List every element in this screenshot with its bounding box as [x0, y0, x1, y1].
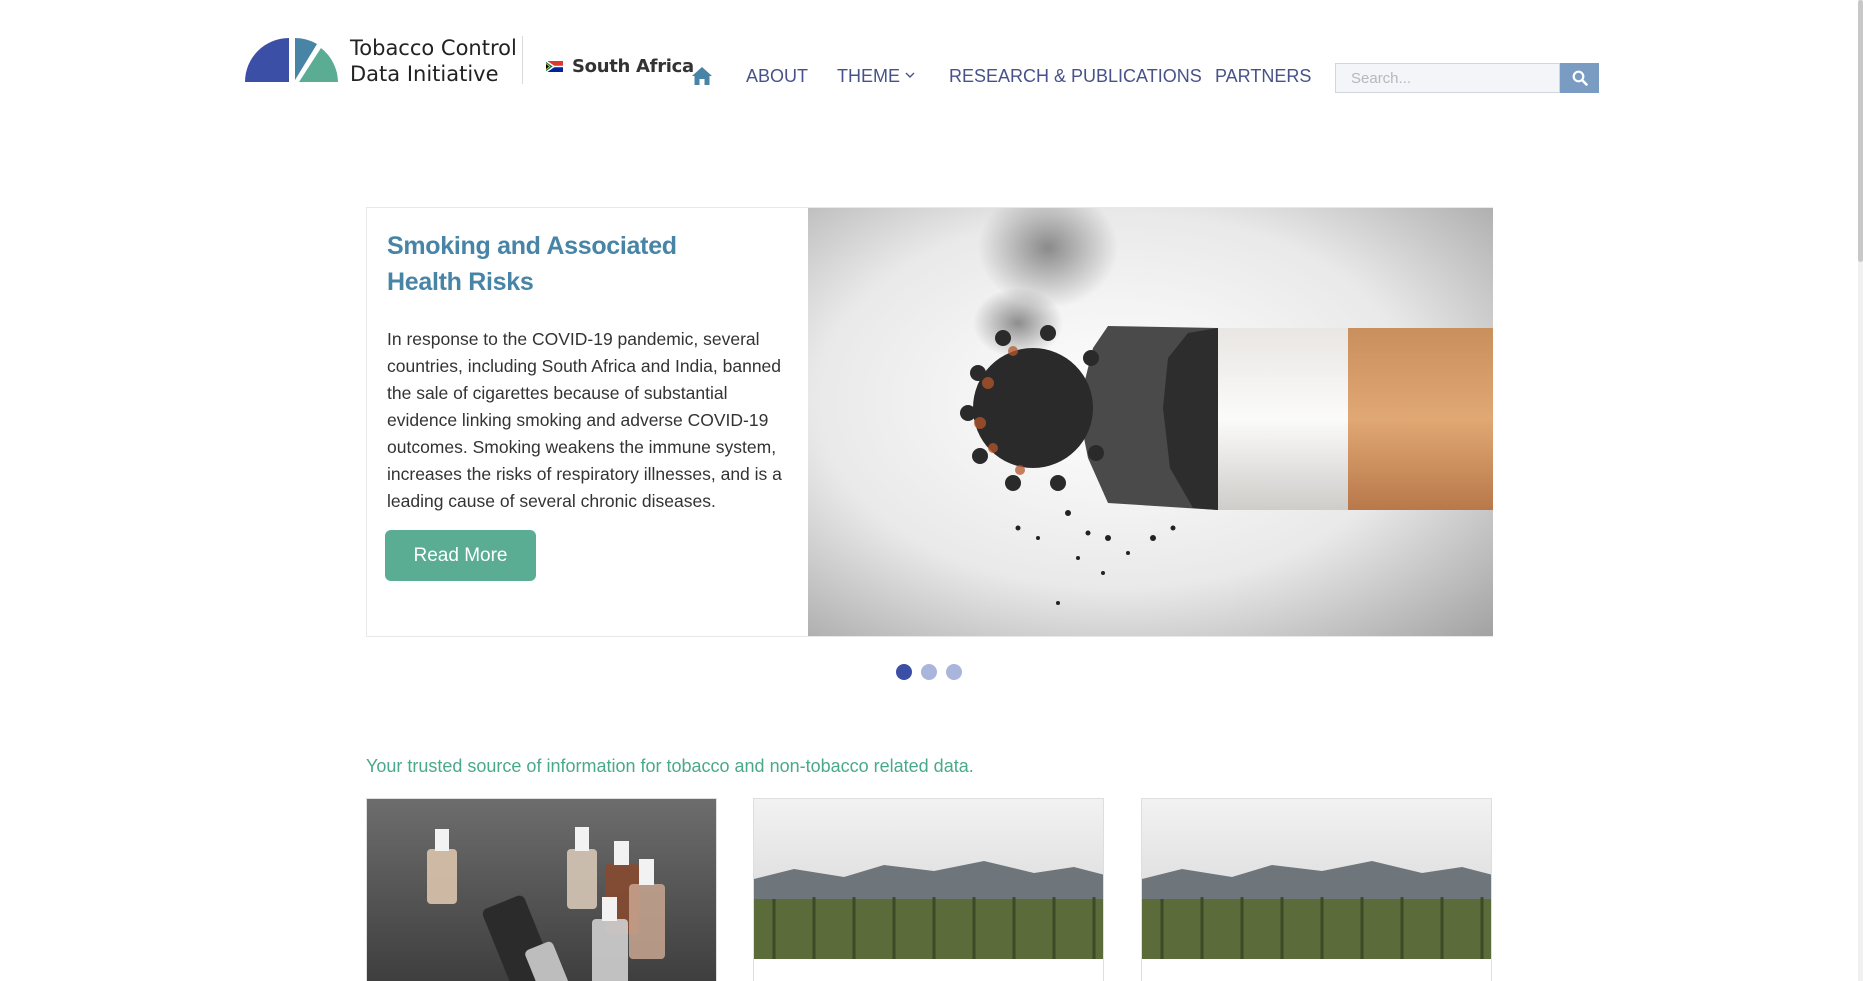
- nav-partners[interactable]: PARTNERS: [1215, 66, 1311, 87]
- carousel-indicators: [896, 664, 962, 680]
- slide-caption: Smoking and Associated Health Risks In r…: [367, 208, 808, 636]
- slide-title: Smoking and Associated Health Risks: [387, 232, 677, 296]
- feature-card[interactable]: [1141, 798, 1492, 981]
- tobacco-field-image: [754, 799, 1103, 981]
- carousel-slide: Smoking and Associated Health Risks In r…: [366, 207, 1493, 637]
- brand-line-1: Tobacco Control: [350, 36, 517, 60]
- brand-divider: [522, 36, 523, 84]
- search-form: [1335, 63, 1599, 93]
- country-label: South Africa: [572, 56, 694, 77]
- home-icon[interactable]: [690, 64, 714, 88]
- country-selector[interactable]: South Africa: [546, 56, 694, 77]
- slide-body: In response to the COVID-19 pandemic, se…: [387, 329, 782, 511]
- nav-theme[interactable]: THEME: [837, 66, 916, 87]
- tcdi-logo[interactable]: [245, 36, 340, 82]
- nav-about[interactable]: ABOUT: [746, 66, 808, 87]
- brand-line-2: Data Initiative: [350, 62, 499, 86]
- carousel-dot-3[interactable]: [946, 664, 962, 680]
- search-input[interactable]: [1335, 63, 1560, 93]
- tagline: Your trusted source of information for t…: [366, 756, 974, 776]
- chevron-down-icon: [905, 72, 915, 78]
- page-scrollbar[interactable]: [1858, 0, 1863, 981]
- feature-card[interactable]: [366, 798, 717, 981]
- carousel-dot-1[interactable]: [896, 664, 912, 680]
- south-africa-flag-icon: [546, 61, 563, 72]
- site-header: Tobacco Control Data Initiative South Af…: [0, 0, 1863, 130]
- scrollbar-thumb[interactable]: [1858, 0, 1863, 262]
- read-more-button[interactable]: Read More: [385, 530, 536, 581]
- nav-research-publications[interactable]: RESEARCH & PUBLICATIONS: [949, 66, 1202, 87]
- feature-card[interactable]: [753, 798, 1104, 981]
- search-button[interactable]: [1560, 63, 1599, 93]
- brand-name[interactable]: Tobacco Control Data Initiative: [350, 35, 517, 87]
- search-icon: [1572, 70, 1588, 86]
- e-cigarette-bottles-image: [367, 799, 716, 981]
- carousel-dot-2[interactable]: [921, 664, 937, 680]
- tobacco-field-image: [1142, 799, 1491, 981]
- cigarette-virus-image: [808, 208, 1493, 636]
- nav-theme-label: THEME: [837, 66, 900, 86]
